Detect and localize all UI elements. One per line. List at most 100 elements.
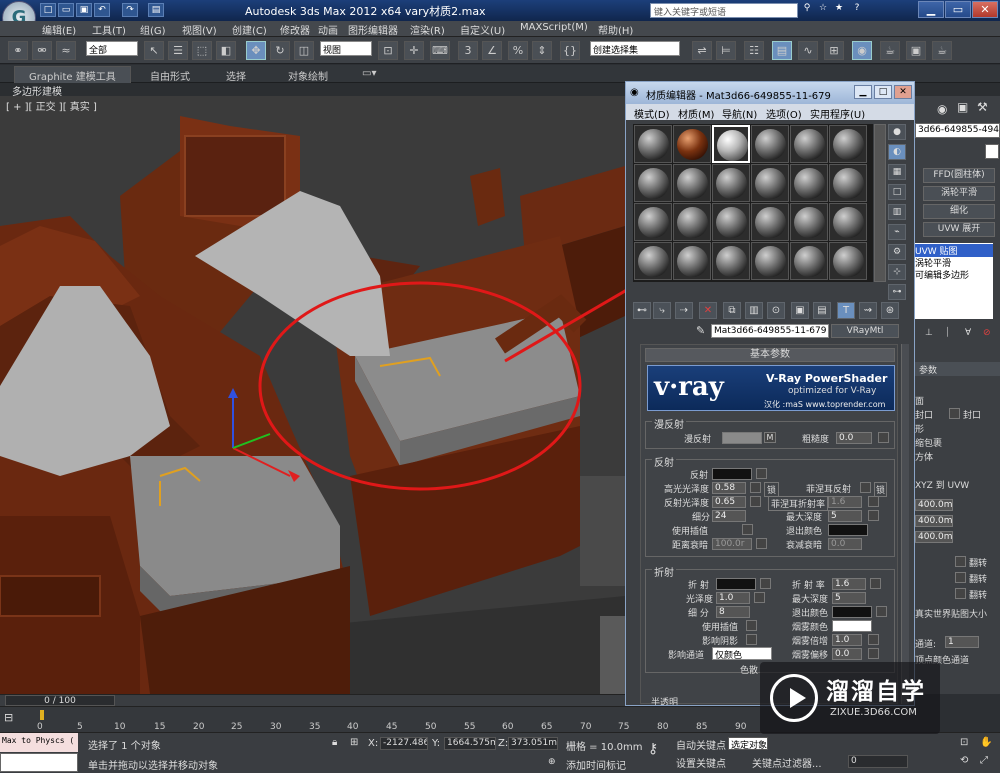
affect-channels-dropdown[interactable]: 仅颜色 (712, 647, 772, 661)
show-map-icon[interactable]: ▣ (791, 302, 809, 319)
fog-mult-spinner[interactable]: 1.0 (832, 634, 862, 646)
render-setup-icon[interactable]: ☕ (880, 41, 900, 60)
select-move-icon[interactable]: ✥ (246, 41, 266, 60)
pick-material-icon[interactable]: ⊛ (881, 302, 899, 319)
basic-params-rollout[interactable]: 基本参数 (645, 348, 895, 362)
select-rotate-icon[interactable]: ↻ (270, 41, 290, 60)
select-object-icon[interactable]: ↖ (144, 41, 164, 60)
slots-scrollbar[interactable] (874, 124, 886, 282)
refl-exit-color-swatch[interactable] (828, 524, 868, 536)
dim-distance-checkbox[interactable] (756, 538, 767, 549)
material-type-button[interactable]: VRayMtl (831, 324, 899, 338)
uv-tiling-icon[interactable]: □ (888, 184, 906, 200)
refl-max-depth-map-button[interactable] (868, 510, 879, 521)
sample-slot[interactable] (790, 242, 828, 280)
menu-customize[interactable]: 自定义(U) (460, 22, 505, 37)
set-key-button[interactable]: 设置关键点 (676, 755, 726, 770)
reset-map-icon[interactable]: ✕ (699, 302, 717, 319)
sample-slot[interactable] (790, 164, 828, 202)
mat-menu-modes[interactable]: 模式(D) (634, 106, 670, 121)
help-icon[interactable]: ? (850, 2, 864, 16)
zoom-extents-icon[interactable]: ⊡ (960, 737, 968, 748)
mat-menu-material[interactable]: 材质(M) (678, 106, 714, 121)
maximize-viewport-icon[interactable]: ⤢ (980, 755, 988, 766)
current-frame-field[interactable]: 0 (848, 755, 908, 768)
sample-slot[interactable] (712, 164, 750, 202)
parameters-rollout-header[interactable]: 参数 (915, 362, 1000, 376)
ior-map-button[interactable] (870, 578, 881, 589)
object-name-field[interactable]: 3d66-649855-494-427 (915, 123, 1000, 138)
open-file-icon[interactable]: ▭ (58, 3, 74, 17)
make-unique-icon[interactable]: ⧉ (723, 302, 741, 319)
sample-slot[interactable] (790, 125, 828, 163)
refract-exit-checkbox[interactable] (876, 606, 887, 617)
hilight-gloss-lock-button[interactable] (750, 482, 761, 493)
reflect-map-button[interactable] (756, 468, 767, 479)
refract-exit-color-swatch[interactable] (832, 606, 872, 618)
lock-selection-icon[interactable]: 🔒︎ (332, 737, 337, 748)
align-icon[interactable]: ⊨ (716, 41, 736, 60)
mat-minimize-button[interactable]: ▁ (854, 85, 872, 99)
menu-edit[interactable]: 编辑(E) (42, 22, 76, 37)
mat-menu-utilities[interactable]: 实用程序(U) (810, 106, 865, 121)
sample-slot[interactable] (673, 242, 711, 280)
track-bar[interactable]: ⊟ 0 5 10 15 20 25 30 35 40 45 50 55 60 6… (0, 706, 760, 732)
mat-maximize-button[interactable]: □ (874, 85, 892, 99)
fog-bias-spinner[interactable]: 0.0 (832, 648, 862, 660)
current-frame-marker[interactable] (40, 710, 44, 720)
put-to-scene-icon[interactable]: ⤷ (653, 302, 671, 319)
u-flip-checkbox[interactable] (955, 556, 966, 567)
time-slider[interactable]: 0 / 100 (0, 694, 625, 706)
sample-slot[interactable] (634, 164, 672, 202)
go-forward-sibling-icon[interactable]: ⇝ (859, 302, 877, 319)
render-production-icon[interactable]: ☕ (932, 41, 952, 60)
mini-curve-editor-icon[interactable]: ⊟ (4, 711, 13, 724)
sample-slot[interactable] (634, 242, 672, 280)
height-spinner[interactable]: 400.0m (915, 531, 953, 543)
select-by-name-icon[interactable]: ☰ (168, 41, 188, 60)
rect-selection-icon[interactable]: ⬚ (192, 41, 212, 60)
menu-maxscript[interactable]: MAXScript(M) (520, 22, 588, 33)
make-preview-icon[interactable]: ⌁ (888, 224, 906, 240)
refl-gloss-map-button[interactable] (750, 496, 761, 507)
sample-slot[interactable] (673, 125, 711, 163)
refl-max-depth-spinner[interactable]: 5 (828, 510, 862, 522)
option-box[interactable]: 方体 (915, 450, 933, 463)
redo-icon[interactable]: ↷ (122, 3, 138, 17)
refract-gloss-map-button[interactable] (754, 592, 765, 603)
show-end-result-stack-icon[interactable]: ⏐ (945, 328, 950, 338)
fog-color-swatch[interactable] (832, 620, 872, 632)
selection-filter-dropdown[interactable]: 全部 (86, 41, 138, 56)
pin-stack-icon[interactable]: ⊥ (925, 328, 933, 338)
select-manipulate-icon[interactable]: ✛ (404, 41, 424, 60)
edit-named-selection-icon[interactable]: {} (560, 41, 580, 60)
modifier-stack-list[interactable]: UVW 贴图 涡轮平滑 可编辑多边形 (915, 243, 993, 319)
x-coordinate-field[interactable]: -2127.486 (380, 737, 428, 750)
project-folder-icon[interactable]: ▤ (148, 3, 164, 17)
refract-map-button[interactable] (760, 578, 771, 589)
affect-shadows-checkbox[interactable] (746, 634, 757, 645)
modifier-turbosmooth-button[interactable]: 涡轮平滑 (923, 186, 995, 201)
orbit-icon[interactable]: ⟲ (960, 755, 968, 766)
bind-space-warp-icon[interactable]: ≈ (56, 41, 76, 60)
menu-graph-editors[interactable]: 图形编辑器 (348, 22, 398, 37)
sample-type-icon[interactable]: ● (888, 124, 906, 140)
make-unique-stack-icon[interactable]: ∀ (965, 328, 971, 338)
params-scrollbar[interactable] (901, 344, 909, 704)
close-button[interactable]: ✕ (972, 1, 998, 18)
set-key-icon[interactable]: ⚷ (648, 741, 658, 757)
refl-subdivs-spinner[interactable]: 24 (712, 510, 746, 522)
favorites-icon[interactable]: ★ (832, 2, 846, 16)
material-options-icon[interactable]: ⚙ (888, 244, 906, 260)
fresnel-ior-map-button[interactable] (868, 496, 879, 507)
maxscript-output[interactable] (0, 753, 78, 772)
modify-tab-icon[interactable]: ◉ (937, 102, 947, 116)
menu-views[interactable]: 视图(V) (182, 22, 217, 37)
save-file-icon[interactable]: ▣ (76, 3, 92, 17)
menu-animation[interactable]: 动画 (318, 22, 338, 37)
video-color-check-icon[interactable]: ▥ (888, 204, 906, 220)
option-shape[interactable]: 封口 (915, 408, 933, 421)
sample-slot-active[interactable] (712, 125, 750, 163)
y-coordinate-field[interactable]: 1664.575m (444, 737, 496, 750)
object-color-swatch[interactable] (985, 144, 999, 159)
